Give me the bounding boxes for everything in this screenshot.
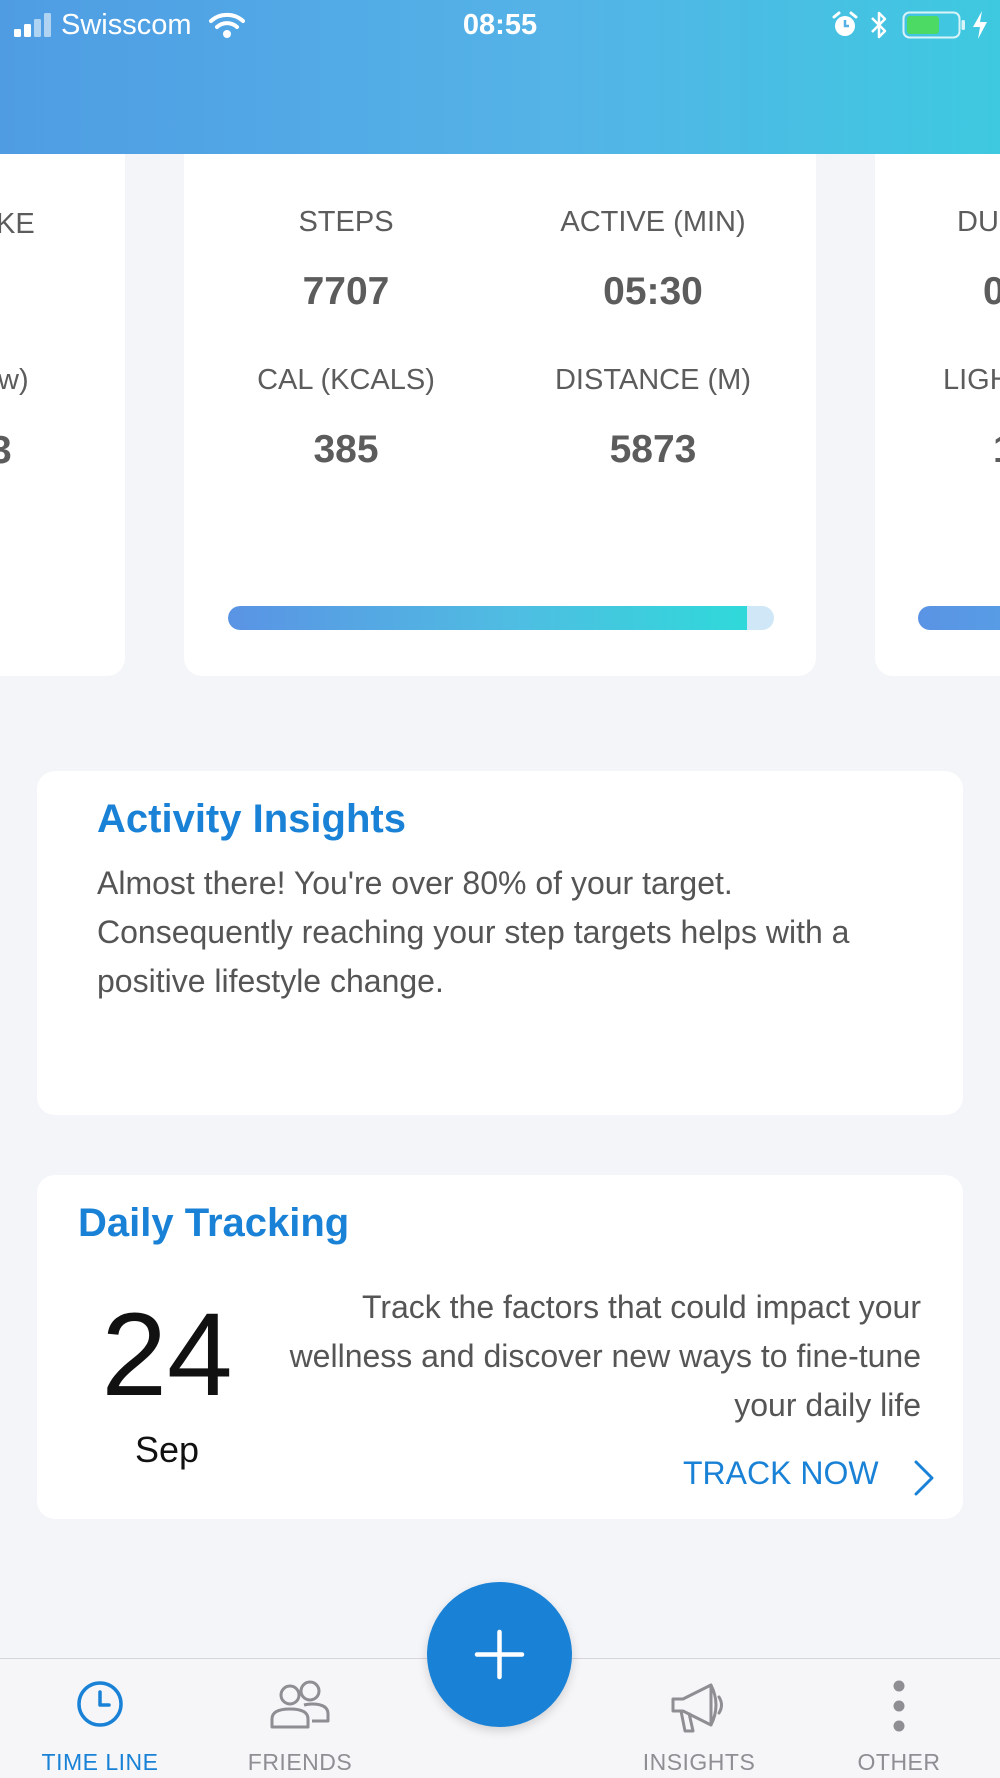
steps-value: 7707 — [302, 270, 390, 313]
bluetooth-icon — [871, 11, 887, 39]
tab-friends-label: FRIENDS — [247, 1749, 353, 1775]
activity-card-value: 0 — [983, 270, 1000, 313]
tab-timeline[interactable]: TIME LINE — [10, 1659, 190, 1778]
add-button[interactable] — [427, 1582, 572, 1727]
daily-tracking-title: Daily Tracking — [78, 1201, 350, 1245]
app-screen: Swisscom 08:55 KE w) 3 STEPS 7707 ACTIVE… — [0, 0, 1000, 1778]
battery-icon — [902, 11, 965, 39]
people-icon — [270, 1680, 330, 1729]
activity-card-current[interactable]: STEPS 7707 ACTIVE (MIN) 05:30 CAL (KCALS… — [184, 154, 816, 676]
tab-timeline-label: TIME LINE — [41, 1749, 159, 1775]
more-vertical-icon — [893, 1680, 905, 1732]
step-goal-progress-bar — [228, 606, 774, 630]
daily-tracking-card: Daily Tracking 24 Sep Track the factors … — [37, 1175, 963, 1519]
track-now-label: TRACK NOW — [683, 1455, 879, 1491]
activity-card-label: w) — [0, 364, 29, 396]
tab-other[interactable]: OTHER — [809, 1659, 989, 1778]
activity-card-label: LIGH — [943, 364, 1000, 396]
header-banner: Swisscom 08:55 — [0, 0, 1000, 154]
plus-icon — [474, 1629, 525, 1680]
activity-card-label: KE — [0, 208, 35, 240]
charging-bolt-icon — [973, 11, 987, 39]
activity-card-label: DU — [957, 206, 999, 238]
megaphone-icon — [671, 1683, 723, 1733]
alarm-icon — [832, 11, 858, 36]
tab-other-label: OTHER — [857, 1749, 941, 1775]
chevron-right-icon — [914, 1460, 934, 1496]
calories-value: 385 — [313, 428, 379, 471]
distance-value: 5873 — [609, 428, 697, 471]
daily-tracking-description: Track the factors that could impact your… — [289, 1289, 921, 1423]
activity-card-previous[interactable]: KE w) 3 — [0, 154, 125, 676]
active-minutes-value: 05:30 — [603, 270, 703, 313]
status-bar: Swisscom 08:55 — [0, 0, 1000, 52]
daily-tracking-month: Sep — [134, 1429, 200, 1470]
tab-friends[interactable]: FRIENDS — [210, 1659, 390, 1778]
activity-insights-body: Almost there! You're over 80% of your ta… — [97, 865, 850, 999]
activity-card-value: 3 — [0, 429, 12, 472]
activity-card-value: 1 — [993, 428, 1000, 472]
activity-card-progress-bar — [918, 606, 1000, 630]
active-minutes-label: ACTIVE (MIN) — [560, 206, 746, 238]
activity-insights-card[interactable]: Activity Insights Almost there! You're o… — [37, 771, 963, 1115]
clock-icon — [77, 1681, 123, 1727]
distance-label: DISTANCE (M) — [554, 364, 751, 396]
track-now-button[interactable]: TRACK NOW — [683, 1455, 943, 1501]
daily-tracking-day: 24 — [101, 1289, 233, 1421]
steps-label: STEPS — [298, 206, 394, 238]
calories-label: CAL (KCALS) — [257, 364, 435, 396]
activity-insights-title: Activity Insights — [97, 797, 406, 841]
step-goal-progress-fill — [228, 606, 747, 630]
tab-insights[interactable]: INSIGHTS — [609, 1659, 789, 1778]
tab-insights-label: INSIGHTS — [642, 1749, 756, 1775]
activity-card-next[interactable]: DU 0 LIGH 1 — [875, 154, 1000, 676]
